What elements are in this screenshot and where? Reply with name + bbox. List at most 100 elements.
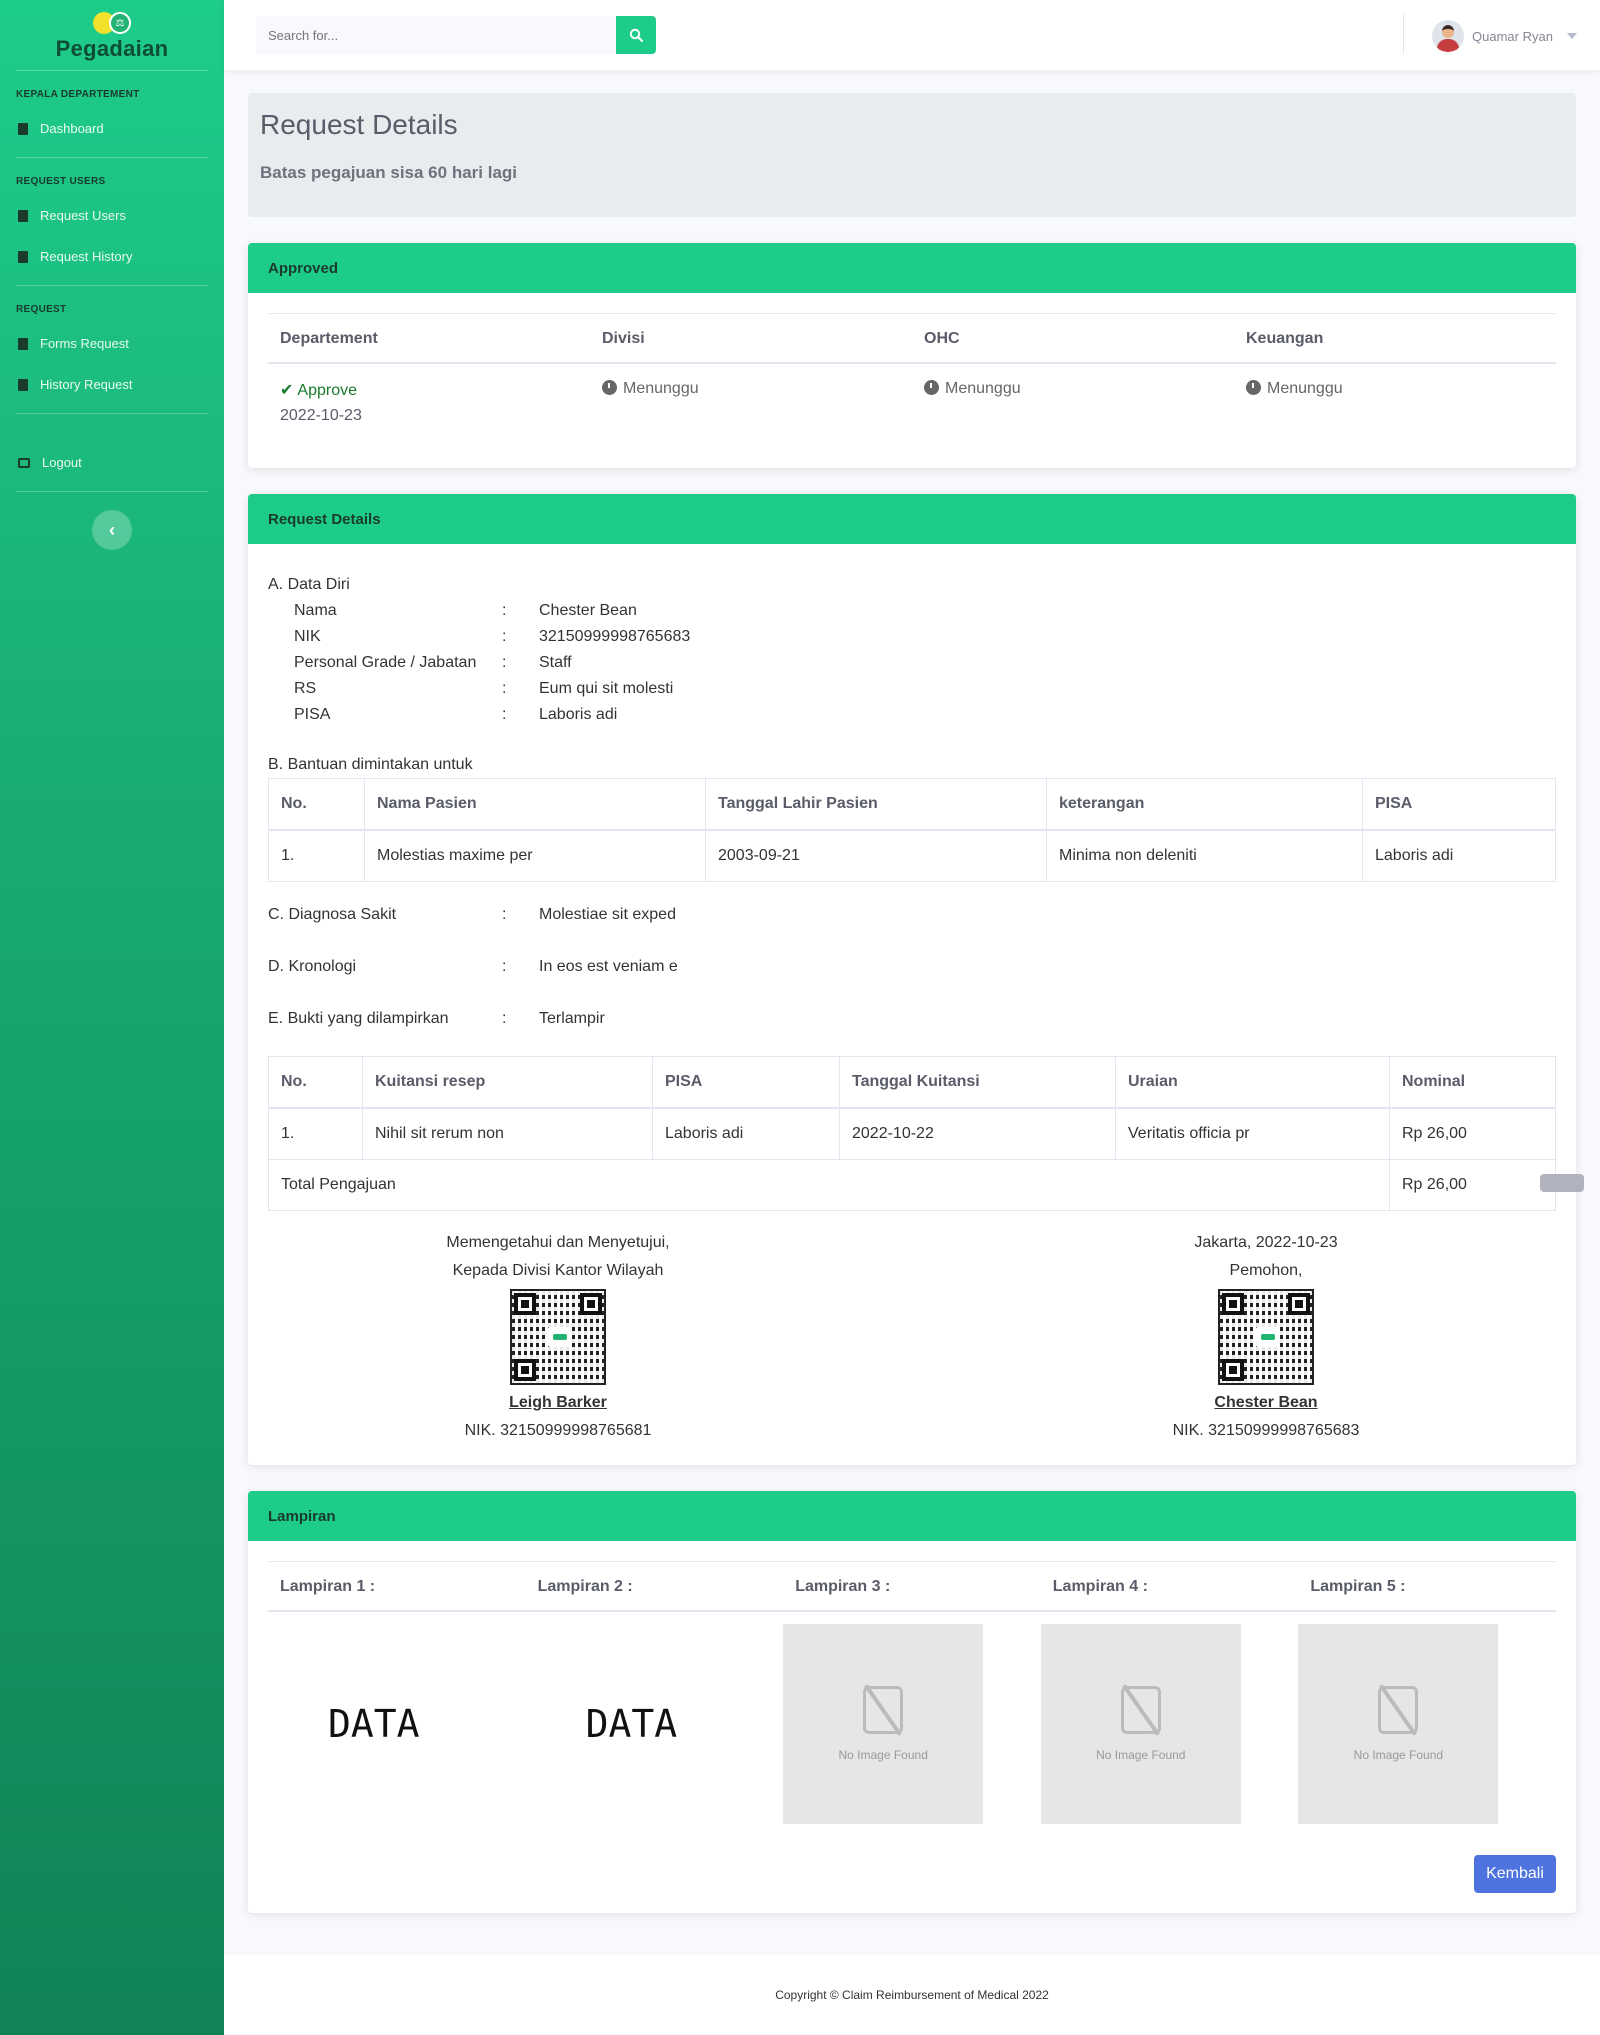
deadline-text: Batas pegajuan sisa 60 hari lagi [260, 163, 518, 182]
field-value: Terlampir [539, 1010, 605, 1027]
no-image-icon [1378, 1684, 1419, 1736]
sidebar-heading: REQUEST [16, 304, 67, 315]
column-header: Lampiran 5 : [1298, 1561, 1556, 1612]
brand-name: Pegadaian [55, 36, 169, 61]
sidebar: ⚖ Pegadaian KEPALA DEPARTEMENT Dashboard… [0, 0, 224, 2035]
sign-line: Pemohon, [1229, 1262, 1303, 1279]
attachment-4[interactable]: No Image Found [1040, 1611, 1299, 1824]
colon: : [502, 1010, 507, 1027]
sidebar-item-label: History Request [40, 377, 133, 392]
column-header: OHC [912, 313, 1234, 364]
caret-down-icon [1566, 33, 1577, 39]
search-input[interactable] [256, 16, 616, 54]
field-value: Chester Bean [539, 602, 637, 619]
colon: : [502, 906, 507, 923]
sidebar-item-request-users[interactable]: Request Users [0, 195, 224, 236]
section-data-diri: A. Data Diri [268, 576, 350, 593]
attachment-image: DATA [328, 1702, 420, 1746]
total-row: Total Pengajuan Rp 26,00 [268, 1159, 1556, 1211]
attachment-2[interactable]: DATA [526, 1611, 784, 1824]
sidebar-item-label: Dashboard [40, 121, 104, 136]
user-name: Quamar Ryan [1472, 28, 1553, 44]
sidebar-heading: KEPALA DEPARTEMENT [16, 89, 140, 100]
status-text: Menunggu [945, 380, 1021, 397]
no-image-text: No Image Found [1353, 1748, 1444, 1762]
field-label: RS [294, 680, 317, 697]
search-button[interactable] [616, 16, 656, 54]
field-value: 32150999998765683 [539, 628, 691, 645]
lampiran-card-header: Lampiran [248, 1491, 1576, 1541]
bantuan-table: No. Nama Pasien Tanggal Lahir Pasien ket… [268, 778, 1556, 882]
colon: : [502, 602, 507, 619]
signer-nik: NIK. 32150999998765683 [1172, 1422, 1360, 1439]
sidebar-item-label: Forms Request [40, 336, 129, 351]
table-cell: 2003-09-21 [705, 829, 1047, 882]
divisi-status: Menunggu [590, 363, 912, 460]
logout-icon [18, 457, 30, 468]
column-header: Lampiran 2 : [525, 1561, 784, 1612]
field-label: NIK [294, 628, 321, 645]
user-menu[interactable]: Quamar Ryan [1432, 20, 1577, 52]
column-header: Tanggal Kuitansi [839, 1056, 1116, 1109]
section-bantuan: B. Bantuan dimintakan untuk [268, 756, 473, 773]
sidebar-item-label: Request Users [40, 208, 126, 223]
sidebar-heading: REQUEST USERS [16, 176, 106, 187]
no-image-placeholder: No Image Found [1298, 1624, 1499, 1824]
approval-card-body: Departement Divisi OHC Keuangan ✔ Approve… [248, 293, 1576, 468]
attachment-3[interactable]: No Image Found [783, 1611, 1041, 1824]
sidebar-item-request-history[interactable]: Request History [0, 236, 224, 277]
qr-code-icon [510, 1289, 606, 1385]
attachment-1[interactable]: DATA [268, 1611, 526, 1824]
diagnosa-row: C. Diagnosa Sakit: Molestiae sit exped [268, 906, 1556, 924]
clock-icon [924, 380, 939, 395]
sign-line: Memengetahui dan Menyetujui, [446, 1234, 670, 1251]
sidebar-item-forms-request[interactable]: Forms Request [0, 323, 224, 364]
column-header: No. [268, 1056, 363, 1109]
table-cell: Molestias maxime per [364, 829, 706, 882]
table-cell: Nihil sit rerum non [362, 1107, 653, 1160]
clipboard-icon [18, 337, 28, 350]
column-header: Keuangan [1234, 313, 1556, 364]
column-header: Divisi [590, 313, 912, 364]
sidebar-item-history-request[interactable]: History Request [0, 364, 224, 405]
signature-section: Memengetahui dan Menyetujui, Kepada Divi… [268, 1229, 1556, 1445]
signer-nik: NIK. 32150999998765681 [464, 1422, 652, 1439]
sidebar-item-label: Logout [42, 455, 82, 470]
lampiran-table: Lampiran 1 : Lampiran 2 : Lampiran 3 : L… [268, 1561, 1556, 1824]
field-value: In eos est veniam e [539, 958, 678, 975]
approval-card: Approved Departement Divisi OHC Keuangan… [248, 243, 1576, 468]
avatar [1432, 20, 1464, 52]
column-header: Tanggal Lahir Pasien [705, 778, 1047, 831]
column-header: Nama Pasien [364, 778, 706, 831]
field-label: E. Bukti yang dilampirkan [268, 1010, 449, 1027]
attachment-5[interactable]: No Image Found [1298, 1611, 1556, 1824]
scroll-handle[interactable] [1540, 1174, 1584, 1192]
approve-label: Approve [297, 382, 357, 399]
table-cell: 1. [268, 829, 365, 882]
column-header: Departement [268, 313, 590, 364]
status-text: Menunggu [1267, 380, 1343, 397]
sidebar-divider [16, 413, 208, 414]
sign-line: Kepada Divisi Kantor Wilayah [452, 1262, 664, 1279]
bukti-row: E. Bukti yang dilampirkan: Terlampir [268, 1010, 1556, 1028]
colon: : [502, 628, 507, 645]
back-button[interactable]: Kembali [1474, 1855, 1556, 1893]
brand[interactable]: ⚖ Pegadaian [0, 0, 224, 70]
sidebar-item-logout[interactable]: Logout [0, 442, 224, 483]
chevron-left-icon: ‹ [109, 519, 115, 540]
field-label: Nama [294, 602, 337, 619]
approve-date: 2022-10-23 [280, 407, 362, 424]
page-title: Request Details [260, 109, 458, 140]
sidebar-item-dashboard[interactable]: Dashboard [0, 108, 224, 149]
no-image-text: No Image Found [838, 1748, 928, 1762]
field-value: Laboris adi [539, 706, 618, 723]
field-label: D. Kronologi [268, 958, 357, 975]
no-image-icon [863, 1684, 904, 1736]
table-cell: 2022-10-22 [839, 1107, 1116, 1160]
copyright-text: Copyright © Claim Reimbursement of Medic… [775, 1988, 1049, 2002]
column-header: Kuitansi resep [362, 1056, 653, 1109]
request-details-card-body: A. Data Diri Nama: Chester Bean NIK: 32150… [248, 544, 1576, 1465]
table-cell: Laboris adi [1362, 829, 1556, 882]
sidebar-toggle-button[interactable]: ‹ [92, 510, 132, 550]
signer-name: Chester Bean [1214, 1394, 1318, 1411]
